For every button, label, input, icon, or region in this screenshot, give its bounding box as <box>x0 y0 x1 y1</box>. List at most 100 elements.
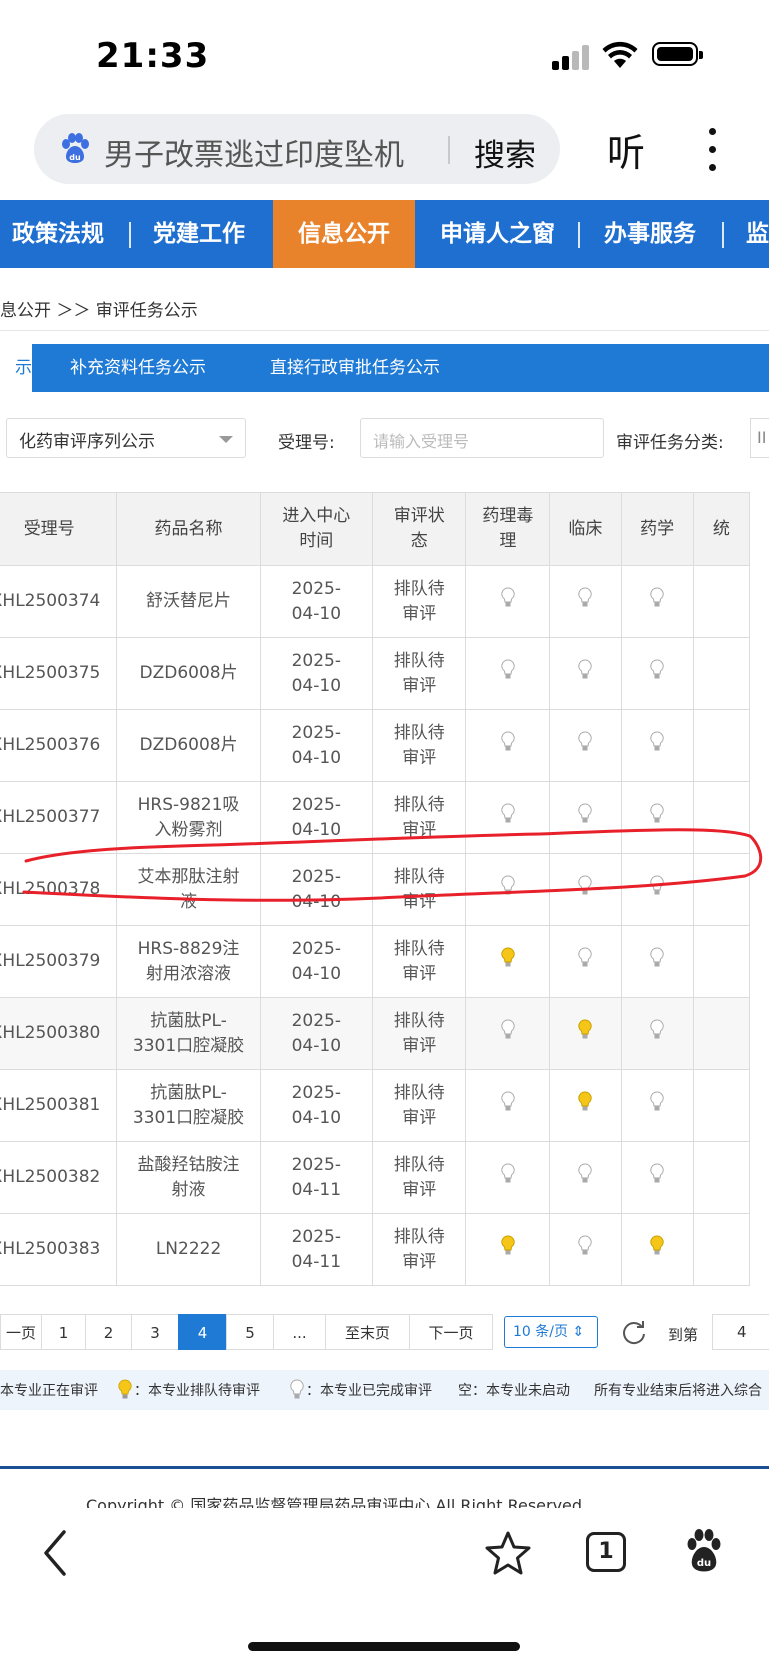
table-row[interactable]: XHL2500380 抗菌肽PL- 3301口腔凝胶 2025- 04-10 排队待 审评 <box>0 997 751 1070</box>
col-header-pharmacy: 药学 <box>620 492 694 566</box>
last-page-button[interactable]: 至末页 <box>325 1314 410 1350</box>
nav-item-party[interactable]: 党建工作 <box>153 200 245 268</box>
col-header-clinical: 临床 <box>549 492 622 566</box>
cell-accept-no[interactable]: XHL2500381 <box>0 1069 118 1142</box>
star-bookmark-icon[interactable] <box>484 1530 532 1576</box>
page-5-button[interactable]: 5 <box>226 1314 274 1350</box>
cell-clinical <box>549 1069 622 1142</box>
cell-accept-no[interactable]: XHL2500382 <box>0 1141 118 1214</box>
footer-divider <box>0 1466 769 1469</box>
back-icon[interactable] <box>40 1528 70 1578</box>
accept-no-input[interactable]: 请输入受理号 <box>360 418 604 458</box>
cell-entry-time: 2025- 04-10 <box>259 925 373 998</box>
cell-status: 排队待 审评 <box>371 1141 467 1214</box>
category-select[interactable]: II <box>750 418 769 458</box>
home-indicator[interactable] <box>248 1642 520 1651</box>
page-1-button[interactable]: 1 <box>41 1314 86 1350</box>
nav-item-policy[interactable]: 政策法规 <box>12 200 104 268</box>
table-row[interactable]: XHL2500382 盐酸羟钴胺注 射液 2025- 04-11 排队待 审评 <box>0 1141 751 1214</box>
breadcrumb-divider <box>0 330 769 331</box>
table-row[interactable]: XHL2500376 DZD6008片 2025- 04-10 排队待 审评 <box>0 709 751 782</box>
nav-divider <box>578 222 580 248</box>
cell-status: 排队待 审评 <box>371 997 467 1070</box>
cell-accept-no[interactable]: XHL2500377 <box>0 781 118 854</box>
tab-direct-approval[interactable]: 直接行政审批任务公示 <box>270 344 440 392</box>
page-ellipsis: ... <box>273 1314 326 1350</box>
table-row[interactable]: XHL2500377 HRS-9821吸 入粉雾剂 2025- 04-10 排队待 审评 <box>0 781 751 854</box>
nav-item-more[interactable]: 监 <box>746 200 769 268</box>
name-line: 抗菌肽PL- <box>150 1082 227 1103</box>
goto-page-input[interactable]: 4 <box>712 1314 769 1350</box>
sequence-select-value: 化药审评序列公示 <box>19 432 155 452</box>
cell-accept-no[interactable]: XHL2500379 <box>0 925 118 998</box>
status-line: 排队待 <box>393 1082 445 1103</box>
next-page-button[interactable]: 下一页 <box>409 1314 493 1350</box>
legend-queue: ：本专业排队待审评 <box>134 1383 260 1399</box>
table-row[interactable]: XHL2500378 艾本那肽注射液 2025- 04-10 排队待 审评 <box>0 853 751 926</box>
table-row[interactable]: XHL2500383 LN2222 2025- 04-11 排队待 审评 <box>0 1213 751 1286</box>
date-line: 2025- <box>291 794 342 815</box>
filter-row: 化药审评序列公示 受理号: 请输入受理号 审评任务分类: II <box>0 410 769 476</box>
bulb-on-icon <box>501 1234 515 1257</box>
cell-tox <box>465 565 551 638</box>
cell-accept-no[interactable]: XHL2500378 <box>0 853 118 926</box>
bulb-off-icon <box>578 874 593 897</box>
col-header-status-l2: 态 <box>410 531 428 551</box>
page-3-button[interactable]: 3 <box>131 1314 179 1350</box>
prev-page-button[interactable]: 一页 <box>0 1314 42 1350</box>
cell-pharmacy <box>620 637 694 710</box>
cell-status: 排队待 审评 <box>371 1213 467 1286</box>
table-row[interactable]: XHL2500381 抗菌肽PL- 3301口腔凝胶 2025- 04-10 排队待 审评 <box>0 1069 751 1142</box>
page-size-select[interactable]: 10 条/页 ⇕ <box>504 1316 598 1348</box>
cell-accept-no[interactable]: XHL2500383 <box>0 1213 118 1286</box>
tabs-count-icon[interactable]: 1 <box>586 1532 626 1572</box>
cell-accept-no[interactable]: XHL2500374 <box>0 565 118 638</box>
cell-accept-no[interactable]: XHL2500380 <box>0 997 118 1070</box>
listen-button[interactable]: 听 <box>607 122 645 177</box>
status-line: 排队待 <box>393 938 445 959</box>
cell-stat <box>692 853 751 926</box>
nav-item-service[interactable]: 办事服务 <box>604 200 696 268</box>
legend-done: ：本专业已完成审评 <box>306 1383 432 1399</box>
name-line: 盐酸羟钴胺注 <box>137 1154 240 1175</box>
more-menu-icon[interactable] <box>705 128 719 172</box>
cell-accept-no[interactable]: XHL2500375 <box>0 637 118 710</box>
cell-drug-name: 盐酸羟钴胺注 射液 <box>116 1141 261 1214</box>
cell-pharmacy <box>620 1213 694 1286</box>
search-button[interactable]: 搜索 <box>474 130 536 175</box>
table-row[interactable]: XHL2500375 DZD6008片 2025- 04-10 排队待 审评 <box>0 637 751 710</box>
cell-pharmacy <box>620 1069 694 1142</box>
nav-item-info-active[interactable]: 信息公开 <box>273 200 415 268</box>
cell-accept-no[interactable]: XHL2500376 <box>0 709 118 782</box>
tab-review-queue[interactable]: 示 <box>0 344 32 392</box>
cell-tox <box>465 997 551 1070</box>
cell-clinical <box>549 1141 622 1214</box>
name-line: 3301口腔凝胶 <box>132 1035 245 1056</box>
status-line: 审评 <box>402 819 437 840</box>
cell-drug-name: HRS-9821吸 入粉雾剂 <box>116 781 261 854</box>
page-2-button[interactable]: 2 <box>85 1314 132 1350</box>
cell-pharmacy <box>620 997 694 1070</box>
battery-icon <box>652 42 703 66</box>
name-line: DZD6008片 <box>139 663 238 683</box>
page-4-button-current[interactable]: 4 <box>178 1314 227 1350</box>
search-bar[interactable]: du 男子改票逃过印度坠机 搜索 <box>34 114 560 184</box>
cell-stat <box>692 565 751 638</box>
nav-item-applicant[interactable]: 申请人之窗 <box>440 200 555 268</box>
search-query[interactable]: 男子改票逃过印度坠机 <box>104 130 404 174</box>
bulb-on-icon <box>578 1090 593 1113</box>
bulb-off-icon <box>650 586 664 609</box>
bulb-off-icon <box>650 1090 664 1113</box>
tab-supplement[interactable]: 补充资料任务公示 <box>70 344 206 392</box>
sort-arrows-icon: ⇕ <box>572 1324 585 1340</box>
status-line: 审评 <box>402 1035 437 1056</box>
bulb-off-icon <box>650 658 664 681</box>
refresh-icon[interactable] <box>620 1318 648 1346</box>
status-line: 审评 <box>402 675 437 696</box>
table-row[interactable]: XHL2500374 舒沃替尼片 2025- 04-10 排队待 审评 <box>0 565 751 638</box>
baidu-home-icon[interactable]: du <box>684 1528 724 1574</box>
date-line: 2025- <box>291 938 342 959</box>
sequence-select[interactable]: 化药审评序列公示 <box>6 418 246 458</box>
nav-divider <box>722 222 724 248</box>
table-row[interactable]: XHL2500379 HRS-8829注 射用浓溶液 2025- 04-10 排队待 审评 <box>0 925 751 998</box>
